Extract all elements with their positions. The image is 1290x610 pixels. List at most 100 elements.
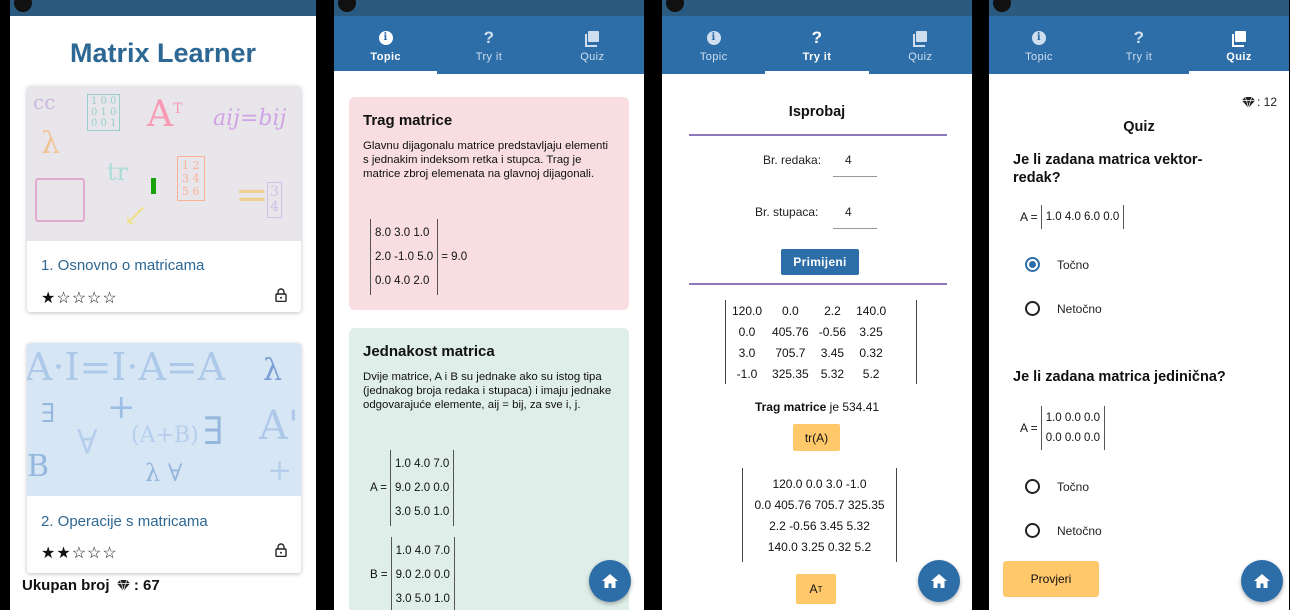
lock-icon — [275, 543, 287, 557]
quiz-icon — [1232, 30, 1246, 47]
matrix-row: 3.0 5.0 1.0 — [394, 506, 450, 518]
option-label: Netočno — [1057, 524, 1102, 538]
matrix-row: -1.0 325.35 5.32 5.2 — [727, 363, 891, 384]
info-icon: i — [378, 30, 393, 45]
total-value: : 67 — [133, 577, 160, 594]
matrix-row: 0.0 4.0 2.0 — [375, 275, 430, 287]
matrix-label: B = — [370, 569, 388, 581]
quiz-icon — [585, 30, 600, 47]
app-title: Matrix Learner — [69, 38, 257, 68]
matrix-row: 3.0 5.0 1.0 — [395, 593, 450, 605]
matrix-a-example: A = 1.0 4.0 7.0 9.0 2.0 0.0 3.0 5.0 1.0 — [370, 450, 455, 526]
q1-option-true-radio[interactable] — [1025, 257, 1040, 272]
transpose-button[interactable]: AT — [796, 574, 836, 604]
tab-quiz[interactable]: Quiz — [541, 16, 644, 74]
home-icon — [602, 574, 618, 588]
matrix-cell: 5.2 — [862, 366, 880, 381]
q2-option-false-radio[interactable] — [1025, 523, 1040, 538]
check-button[interactable]: Provjeri — [1003, 561, 1099, 597]
question-1: Je li zadana matrica vektor-redak? — [1013, 152, 1203, 186]
box-title: Trag matrice — [363, 112, 453, 129]
tab-bar: i Topic ? Try it Quiz — [989, 16, 1289, 74]
question-2-matrix: A = 1.0 0.0 0.0 0.0 0.0 0.0 — [1020, 406, 1106, 450]
matrix: 8.0 3.0 1.0 2.0 -1.0 5.0 0.0 4.0 2.0 — [370, 219, 439, 295]
matrix-row: 0.0 405.76 705.7 325.35 — [754, 498, 885, 512]
tab-label: Quiz — [908, 50, 933, 63]
matrix: 1.0 4.0 6.0 0.0 — [1040, 205, 1125, 229]
gem-icon — [1241, 96, 1255, 108]
tab-label: Quiz — [1226, 50, 1252, 63]
quiz-screen: i Topic ? Try it Quiz : 12 Quiz Je li za… — [989, 0, 1289, 610]
question-2: Je li zadana matrica jedinična? — [1013, 369, 1226, 385]
tab-label: Quiz — [580, 50, 605, 63]
lock-icon — [275, 288, 287, 302]
tab-label: Try it — [475, 50, 503, 63]
tab-quiz[interactable]: Quiz — [1189, 16, 1289, 74]
matrix-label: A = — [1020, 421, 1038, 435]
box-text: Dvije matrice, A i B su jednake ako su i… — [363, 371, 612, 411]
matrix-cell: 3.0 — [738, 345, 756, 360]
home-icon — [1254, 574, 1270, 588]
tab-try-it[interactable]: ? Try it — [437, 16, 540, 74]
home-button[interactable] — [589, 560, 631, 602]
rating-stars: ★★☆☆☆ — [41, 545, 118, 562]
matrix-row: 3.0 705.7 3.45 0.32 — [727, 342, 891, 363]
matrix-cell: 0.32 — [859, 345, 883, 360]
info-icon: i — [1032, 30, 1046, 45]
matrix-row: 1.0 4.0 6.0 0.0 — [1045, 211, 1120, 223]
tab-bar: i Topic ? Try it Quiz — [662, 16, 972, 74]
tab-try-it[interactable]: ? Try it — [765, 16, 869, 74]
apply-button[interactable]: Primijeni — [781, 249, 859, 275]
cols-input[interactable]: 4 — [833, 205, 877, 229]
matrix-cell: -0.56 — [818, 324, 847, 339]
rows-input[interactable]: 4 — [833, 153, 877, 177]
divider — [689, 283, 947, 285]
card-image-math-doodles: cc 1 0 00 1 00 0 1 AT aij=bij λ tr 1 23 … — [27, 86, 301, 241]
matrix-cell: 325.35 — [772, 366, 809, 381]
topic-card-basics[interactable]: cc 1 0 00 1 00 0 1 AT aij=bij λ tr 1 23 … — [27, 86, 301, 312]
matrix-label: A = — [1020, 210, 1038, 224]
q2-option-true-radio[interactable] — [1025, 479, 1040, 494]
topic-screen: i Topic ? Try it Quiz Trag matrice Glavn… — [334, 0, 644, 610]
trace-button[interactable]: tr(A) — [793, 424, 840, 451]
tab-topic[interactable]: i Topic — [989, 16, 1089, 74]
transpose-sup: T — [817, 584, 823, 594]
transpose-matrix: 120.0 0.0 3.0 -1.0 0.0 405.76 705.7 325.… — [742, 474, 897, 558]
home-button[interactable] — [1241, 560, 1283, 602]
matrix-row: 1.0 4.0 7.0 — [395, 545, 450, 557]
matrix-row: 9.0 2.0 0.0 — [394, 482, 450, 494]
status-bar — [334, 0, 644, 16]
matrix-row: 0.0 0.0 0.0 — [1045, 432, 1101, 444]
tab-quiz[interactable]: Quiz — [869, 16, 972, 74]
tab-try-it[interactable]: ? Try it — [1089, 16, 1189, 74]
option-label: Točno — [1057, 480, 1090, 494]
matrix: 1.0 4.0 7.0 9.0 2.0 0.0 3.0 5.0 1.0 — [389, 450, 455, 526]
tab-label: Topic — [699, 50, 728, 63]
matrix-cell: 0.0 — [738, 324, 756, 339]
tab-topic[interactable]: i Topic — [334, 16, 438, 74]
matrix: 1.0 0.0 0.0 0.0 0.0 0.0 — [1040, 406, 1106, 450]
question-icon: ? — [811, 28, 823, 47]
info-icon: i — [706, 30, 721, 45]
tab-bar: i Topic ? Try it Quiz — [334, 16, 644, 74]
option-label: Netočno — [1057, 302, 1102, 316]
question-icon: ? — [483, 28, 495, 47]
topic-card-operations[interactable]: A·I=I·A=A λ ∃ + ∀ (A+B) ∃ A' B λ ∀ + 2. … — [27, 343, 301, 573]
question-1-matrix: A = 1.0 4.0 6.0 0.0 — [1020, 205, 1125, 229]
trace-value: je 534.41 — [826, 400, 880, 414]
box-title: Jednakost matrica — [363, 343, 495, 360]
home-icon — [931, 574, 947, 588]
matrix-cell: 2.2 — [824, 303, 841, 318]
matrix-cell: 0.0 — [782, 303, 799, 318]
question-icon: ? — [1133, 28, 1145, 47]
home-button[interactable] — [918, 560, 960, 602]
total-label: Ukupan broj — [22, 577, 110, 594]
score-value: : 12 — [1256, 95, 1277, 109]
home-screen: Matrix Learner cc 1 0 00 1 00 0 1 AT aij… — [10, 0, 316, 610]
matrix-cell: 120.0 — [732, 303, 763, 318]
q1-option-false-radio[interactable] — [1025, 301, 1040, 316]
matrix-row: 1.0 0.0 0.0 — [1045, 412, 1101, 424]
matrix-row: 9.0 2.0 0.0 — [395, 569, 450, 581]
divider — [689, 134, 947, 136]
tab-topic[interactable]: i Topic — [662, 16, 765, 74]
